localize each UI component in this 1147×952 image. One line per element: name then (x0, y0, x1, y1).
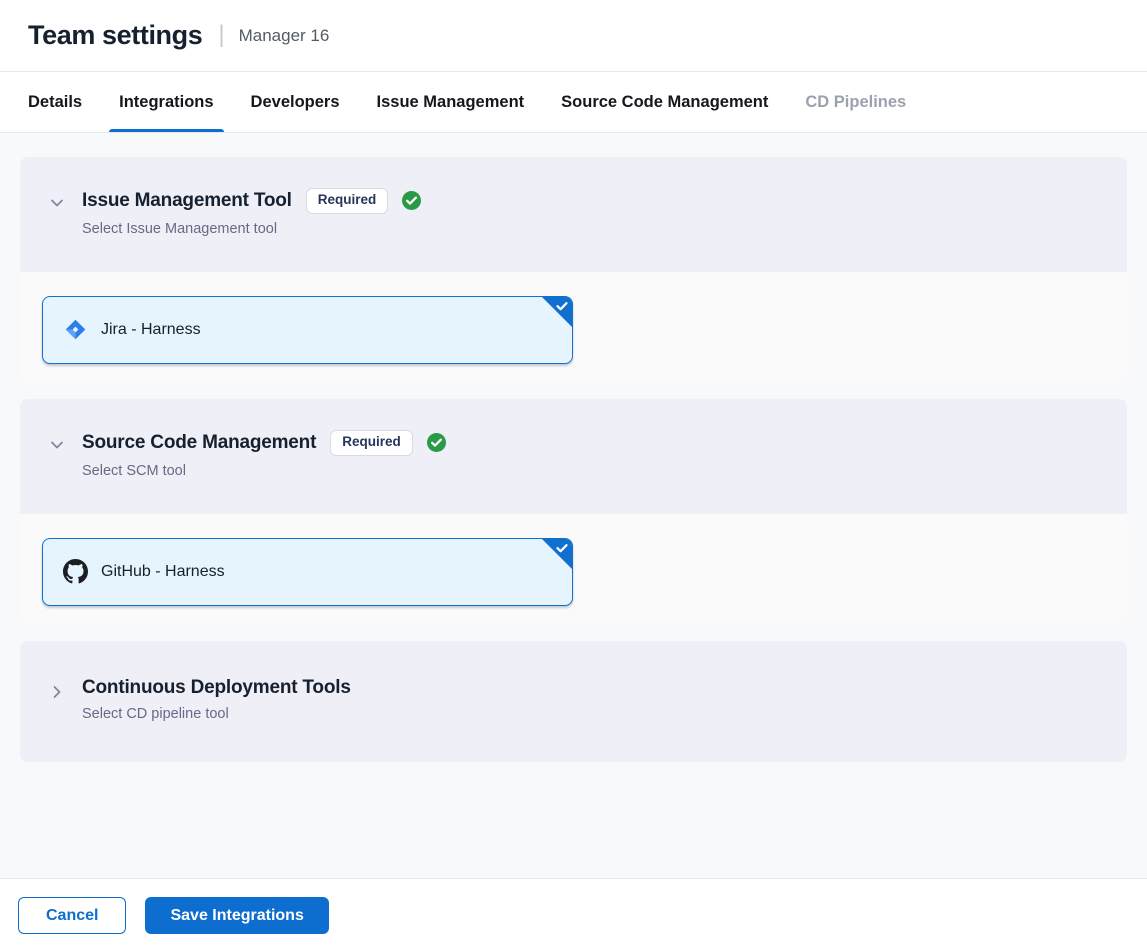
section-issue-management-body: Jira - Harness (20, 272, 1127, 383)
required-badge: Required (330, 430, 413, 456)
section-issue-management-tool: Issue Management Tool Required Select Is… (20, 157, 1127, 383)
option-card-jira-harness[interactable]: Jira - Harness (42, 296, 573, 364)
selected-check-icon (555, 299, 569, 313)
tab-source-code-management[interactable]: Source Code Management (561, 72, 768, 132)
github-icon (63, 559, 88, 584)
chevron-down-icon (48, 194, 66, 212)
page-title: Team settings (28, 20, 202, 51)
jira-icon (63, 317, 88, 342)
tab-issue-management[interactable]: Issue Management (377, 72, 525, 132)
chevron-right-icon (48, 683, 66, 701)
tab-cd-pipelines[interactable]: CD Pipelines (805, 72, 906, 132)
section-title: Issue Management Tool (82, 190, 292, 212)
section-title: Continuous Deployment Tools (82, 677, 351, 699)
check-circle-icon (402, 191, 421, 210)
tab-integrations[interactable]: Integrations (119, 72, 213, 132)
section-title: Source Code Management (82, 432, 316, 454)
section-scm-header[interactable]: Source Code Management Required Select S… (20, 399, 1127, 514)
chevron-down-icon (48, 436, 66, 454)
save-integrations-button[interactable]: Save Integrations (145, 897, 328, 934)
section-source-code-management: Source Code Management Required Select S… (20, 399, 1127, 625)
required-badge: Required (306, 188, 389, 214)
section-subtitle: Select SCM tool (82, 463, 446, 479)
check-circle-icon (427, 433, 446, 452)
cancel-button[interactable]: Cancel (18, 897, 126, 934)
option-label: Jira - Harness (101, 321, 201, 339)
section-subtitle: Select Issue Management tool (82, 221, 421, 237)
option-card-github-harness[interactable]: GitHub - Harness (42, 538, 573, 606)
section-cd-header[interactable]: Continuous Deployment Tools Select CD pi… (20, 641, 1127, 762)
title-divider: | (218, 21, 224, 49)
footer-action-bar: Cancel Save Integrations (0, 878, 1147, 952)
team-name-label: Manager 16 (239, 26, 330, 46)
section-subtitle: Select CD pipeline tool (82, 706, 351, 722)
section-scm-body: GitHub - Harness (20, 514, 1127, 625)
tab-bar: Details Integrations Developers Issue Ma… (0, 72, 1147, 133)
tab-details[interactable]: Details (28, 72, 82, 132)
tab-developers[interactable]: Developers (251, 72, 340, 132)
option-label: GitHub - Harness (101, 563, 225, 581)
section-continuous-deployment-tools: Continuous Deployment Tools Select CD pi… (20, 641, 1127, 762)
integrations-content: Issue Management Tool Required Select Is… (0, 133, 1147, 878)
page-header: Team settings | Manager 16 (0, 0, 1147, 72)
section-issue-management-header[interactable]: Issue Management Tool Required Select Is… (20, 157, 1127, 272)
selected-check-icon (555, 541, 569, 555)
